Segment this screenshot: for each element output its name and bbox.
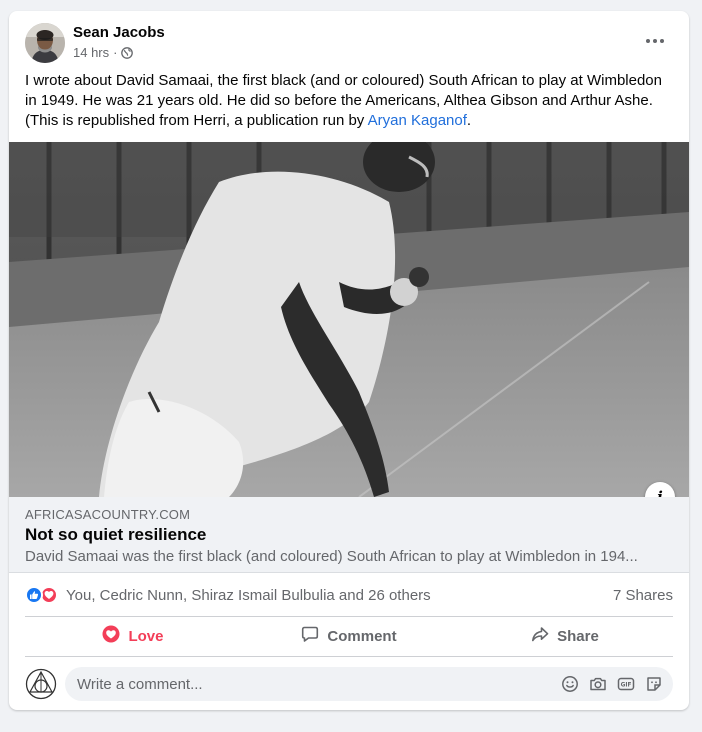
globe-icon[interactable] (121, 46, 134, 59)
link-domain: AFRICASACOUNTRY.COM (25, 507, 191, 522)
dot-icon (660, 39, 664, 43)
post-actions: Love Comment Share (25, 618, 673, 654)
comment-placeholder: Write a comment... (77, 675, 203, 693)
comment-input[interactable]: Write a comment... GIF (65, 667, 673, 701)
link-description: David Samaai was the first black (and co… (25, 548, 638, 565)
like-icon (25, 586, 43, 604)
meta-separator: · (113, 45, 118, 60)
tennis-player-photo (9, 142, 689, 497)
mentioned-user-link[interactable]: Aryan Kaganof (368, 112, 467, 129)
post-meta: 14 hrs · (73, 45, 134, 60)
author-avatar[interactable] (25, 23, 65, 63)
reaction-names[interactable]: You, Cedric Nunn, Shiraz Ismail Bulbulia… (66, 587, 431, 604)
love-label: Love (128, 627, 164, 645)
more-options-button[interactable] (637, 29, 673, 53)
post-text-body: I wrote about David Samaai, the first bl… (25, 72, 662, 129)
my-avatar-icon[interactable] (25, 668, 57, 700)
love-heart-icon (102, 625, 120, 647)
link-title[interactable]: Not so quiet resilience (25, 525, 206, 545)
post-image[interactable] (9, 142, 689, 497)
post-card: Sean Jacobs 14 hrs · I wrote about David… (9, 11, 689, 710)
comment-label: Comment (327, 627, 397, 645)
emoji-icon[interactable] (561, 675, 579, 693)
reactions-summary[interactable]: You, Cedric Nunn, Shiraz Ismail Bulbulia… (25, 586, 431, 604)
gif-icon[interactable]: GIF (617, 675, 635, 693)
sticker-icon[interactable] (645, 675, 663, 693)
reactions-bar: You, Cedric Nunn, Shiraz Ismail Bulbulia… (25, 583, 673, 607)
share-button[interactable]: Share (457, 618, 673, 654)
share-icon (531, 625, 549, 647)
divider (25, 616, 673, 617)
shares-count[interactable]: 7 Shares (613, 587, 673, 604)
post-text-end: . (466, 112, 472, 129)
dot-icon (646, 39, 650, 43)
svg-text:GIF: GIF (621, 683, 632, 689)
dot-icon (653, 39, 657, 43)
share-label: Share (557, 627, 599, 645)
comment-composer: Write a comment... GIF (25, 667, 673, 701)
post-time[interactable]: 14 hrs (73, 45, 109, 60)
comment-button[interactable]: Comment (241, 618, 457, 654)
comment-tools: GIF (561, 675, 663, 693)
post-header: Sean Jacobs 14 hrs · (9, 11, 689, 71)
camera-icon[interactable] (589, 675, 607, 693)
post-text: I wrote about David Samaai, the first bl… (25, 71, 675, 131)
author-avatar-image (25, 23, 65, 63)
divider (25, 656, 673, 657)
love-button[interactable]: Love (25, 618, 241, 654)
link-preview[interactable]: AFRICASACOUNTRY.COM Not so quiet resilie… (9, 497, 689, 573)
author-name[interactable]: Sean Jacobs (73, 24, 165, 41)
comment-icon (301, 625, 319, 647)
